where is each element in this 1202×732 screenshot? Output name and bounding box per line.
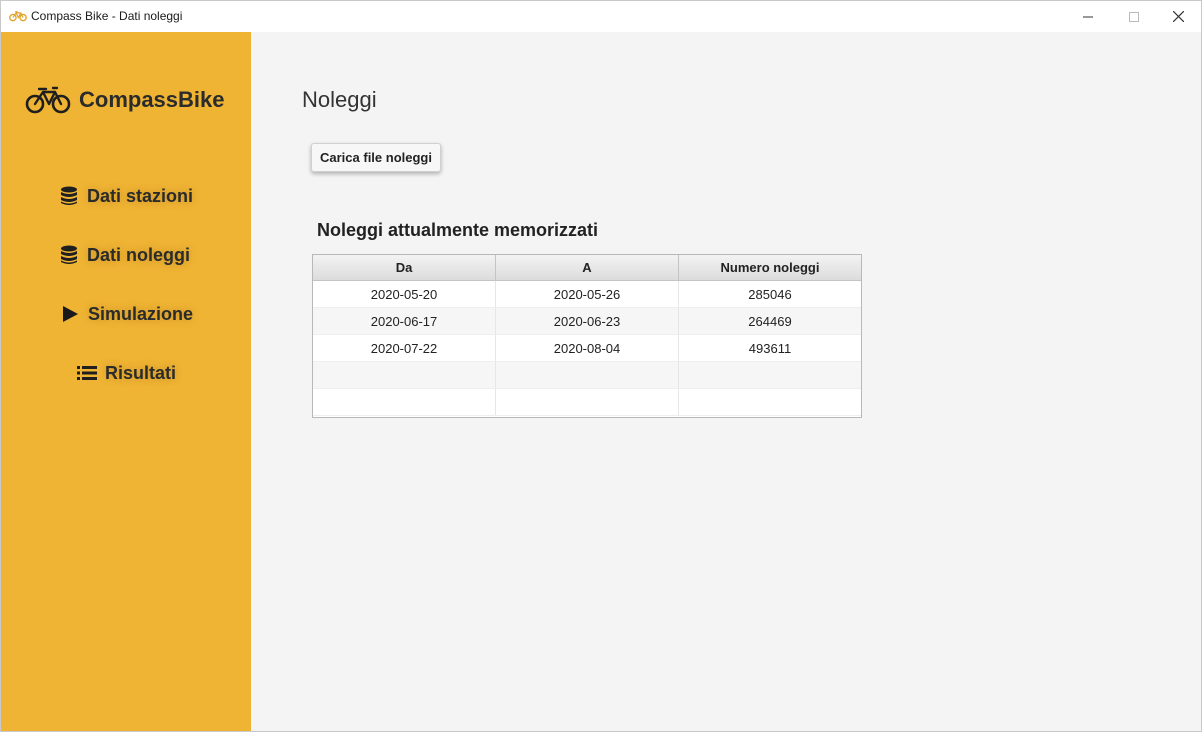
column-header-numero-noleggi[interactable]: Numero noleggi: [679, 255, 861, 280]
sidebar-item-label: Simulazione: [88, 303, 194, 324]
maximize-icon: [1129, 11, 1139, 22]
minimize-icon: [1083, 16, 1093, 17]
close-button[interactable]: [1155, 1, 1201, 32]
sidebar-item-risultati[interactable]: Risultati: [77, 356, 176, 390]
column-header-da[interactable]: Da: [313, 255, 496, 280]
minimize-button[interactable]: [1065, 1, 1111, 32]
page-title: Noleggi: [302, 87, 377, 112]
table-row[interactable]: 2020-07-22 2020-08-04 493611: [313, 335, 861, 362]
sidebar-item-simulazione[interactable]: Simulazione: [60, 297, 193, 331]
table-row[interactable]: 2020-06-17 2020-06-23 264469: [313, 308, 861, 335]
database-icon: [59, 245, 79, 265]
brand: CompassBike: [25, 86, 225, 114]
app-window: Compass Bike - Dati noleggi CompassBike: [0, 0, 1202, 732]
table-cell: [313, 362, 496, 388]
table-cell: 2020-06-17: [313, 308, 496, 334]
table-cell: 2020-05-20: [313, 281, 496, 307]
table-cell: [496, 389, 679, 415]
table-cell: 264469: [748, 313, 792, 329]
table-cell: [313, 389, 496, 415]
list-icon: [77, 363, 97, 383]
sidebar-item-dati-stazioni[interactable]: Dati stazioni: [59, 179, 193, 213]
title-bar[interactable]: Compass Bike - Dati noleggi: [1, 1, 1201, 32]
table-cell: 285046: [748, 286, 792, 302]
table-row[interactable]: [313, 362, 861, 389]
table-row[interactable]: 2020-05-20 2020-05-26 285046: [313, 281, 861, 308]
brand-name: CompassBike: [79, 87, 225, 112]
sidebar-item-label: Dati stazioni: [87, 185, 194, 206]
rentals-table[interactable]: Da A Numero noleggi 2020-05-20 2020-05-2…: [312, 254, 862, 418]
table-row[interactable]: [313, 389, 861, 416]
table-cell: [679, 389, 861, 415]
table-cell: 2020-08-04: [496, 335, 679, 361]
play-icon: [60, 304, 80, 324]
sidebar-item-label: Risultati: [105, 362, 177, 383]
table-cell: 2020-05-26: [496, 281, 679, 307]
bicycle-icon: [25, 86, 71, 114]
table-header: Da A Numero noleggi: [313, 255, 861, 281]
table-cell: [496, 362, 679, 388]
section-title: Noleggi attualmente memorizzati: [317, 220, 599, 240]
table-cell: 2020-06-23: [496, 308, 679, 334]
database-icon: [59, 186, 79, 206]
table-cell: [679, 362, 861, 388]
sidebar: CompassBike Dati stazioni Dati noleggi S…: [1, 32, 251, 731]
sidebar-item-label: Dati noleggi: [87, 244, 190, 265]
table-cell: 2020-07-22: [313, 335, 496, 361]
bicycle-icon: [9, 11, 27, 22]
close-icon: [1172, 11, 1184, 22]
sidebar-item-dati-noleggi[interactable]: Dati noleggi: [59, 238, 190, 272]
window-title: Compass Bike - Dati noleggi: [31, 9, 183, 23]
table-cell: 493611: [748, 340, 792, 356]
maximize-button[interactable]: [1111, 1, 1157, 32]
column-header-a[interactable]: A: [496, 255, 679, 280]
load-rentals-file-button[interactable]: Carica file noleggi: [311, 143, 441, 172]
